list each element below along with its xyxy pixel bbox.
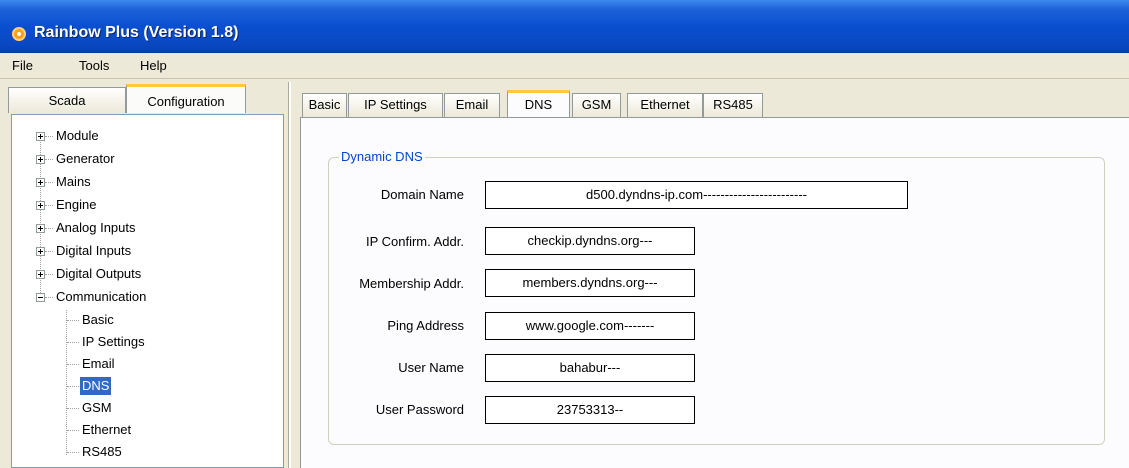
expand-icon[interactable] (36, 155, 45, 164)
menu-help[interactable]: Help (140, 58, 167, 73)
tab-gsm[interactable]: GSM (572, 93, 621, 117)
title-bar: Rainbow Plus (Version 1.8) (0, 0, 1129, 53)
user-name-input[interactable]: bahabur--- (485, 354, 695, 382)
menu-file[interactable]: File (12, 58, 33, 73)
label-ping-address: Ping Address (387, 318, 464, 333)
tab-ethernet[interactable]: Ethernet (627, 93, 703, 117)
app-icon (12, 27, 26, 41)
user-password-input[interactable]: 23753313-- (485, 396, 695, 424)
expand-icon[interactable] (36, 270, 45, 279)
tab-rs485[interactable]: RS485 (703, 93, 763, 117)
menu-tools[interactable]: Tools (79, 58, 109, 73)
configuration-tree[interactable]: Module Generator Mains Engine Analog Inp… (11, 114, 284, 468)
expand-icon[interactable] (36, 132, 45, 141)
label-domain-name: Domain Name (380, 187, 464, 202)
tab-email[interactable]: Email (444, 93, 500, 117)
expand-icon[interactable] (36, 201, 45, 210)
label-user-password: User Password (375, 402, 464, 417)
expand-icon[interactable] (36, 247, 45, 256)
left-tab-strip: Scada Configuration (8, 84, 284, 114)
dns-settings-panel: Dynamic DNS Domain Name d500.dyndns-ip.c… (300, 117, 1129, 468)
collapse-icon[interactable] (36, 293, 45, 302)
membership-addr-input[interactable]: members.dyndns.org--- (485, 269, 695, 297)
label-user-name: User Name (398, 360, 464, 375)
tab-configuration[interactable]: Configuration (126, 84, 246, 113)
expand-icon[interactable] (36, 224, 45, 233)
dynamic-dns-group: Dynamic DNS Domain Name d500.dyndns-ip.c… (328, 149, 1105, 445)
expand-icon[interactable] (36, 178, 45, 187)
domain-name-input[interactable]: d500.dyndns-ip.com----------------------… (485, 181, 908, 209)
right-tab-strip: Basic IP Settings Email DNS GSM Ethernet… (300, 90, 1129, 118)
label-ip-confirm-addr: IP Confirm. Addr. (365, 234, 464, 249)
label-membership-addr: Membership Addr. (359, 276, 464, 291)
ping-address-input[interactable]: www.google.com------- (485, 312, 695, 340)
ip-confirm-addr-input[interactable]: checkip.dyndns.org--- (485, 227, 695, 255)
window-title: Rainbow Plus (Version 1.8) (34, 24, 239, 41)
group-title: Dynamic DNS (339, 149, 425, 165)
panel-splitter[interactable] (288, 82, 291, 468)
tab-ip-settings[interactable]: IP Settings (348, 93, 443, 117)
tab-basic[interactable]: Basic (302, 93, 347, 117)
tab-scada[interactable]: Scada (8, 87, 126, 113)
tab-dns[interactable]: DNS (507, 90, 570, 118)
menu-bar: File Tools Help (0, 53, 1129, 79)
